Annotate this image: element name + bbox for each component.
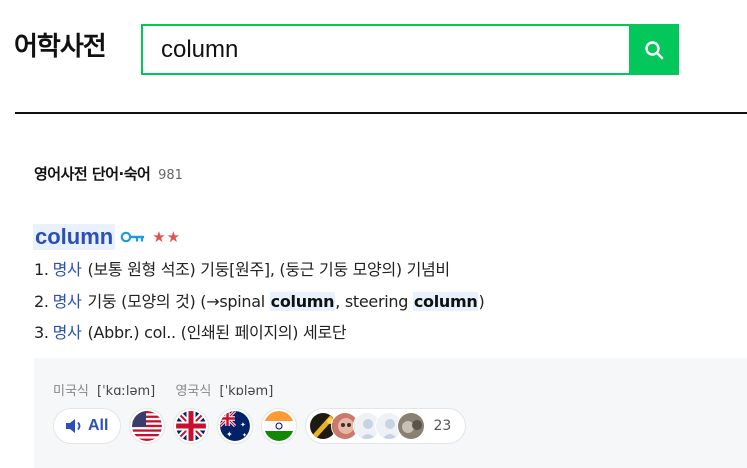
highlighted-term-link[interactable]: column bbox=[269, 291, 336, 311]
meaning-number: 1. bbox=[34, 260, 49, 279]
us-pron-ipa: [ˈkɑːləm] bbox=[97, 384, 156, 399]
meaning-text: , steering bbox=[335, 291, 413, 311]
in-flag-icon bbox=[264, 411, 295, 441]
part-of-speech-link[interactable]: 명사 bbox=[53, 292, 82, 311]
uk-flag-icon bbox=[176, 411, 207, 441]
search-bar bbox=[141, 24, 679, 75]
highlighted-term-link[interactable]: column bbox=[412, 291, 479, 311]
user-recordings-button[interactable]: 23 bbox=[305, 408, 467, 444]
search-icon bbox=[645, 40, 664, 59]
pronunciation-panel: 미국식 [ˈkɑːləm] 영국식 [ˈkɒləm] All ✦ ✦ ✦ 23 bbox=[34, 358, 747, 468]
part-of-speech-link[interactable]: 명사 bbox=[53, 260, 82, 279]
meaning-item: 2. 명사 기둥 (모양의 것) (→spinal column, steering… bbox=[34, 290, 485, 322]
in-pron-button[interactable] bbox=[261, 408, 298, 444]
pronunciation-line: 미국식 [ˈkɑːləm] 영국식 [ˈkɒləm] bbox=[53, 380, 273, 399]
us-pron-label: 미국식 bbox=[53, 384, 89, 399]
meaning-number: 2. bbox=[34, 291, 49, 311]
part-of-speech-link[interactable]: 명사 bbox=[53, 323, 82, 342]
audio-row: All ✦ ✦ ✦ 23 bbox=[53, 408, 467, 444]
meaning-text: (보통 원형 석조) 기둥[원주], (둥근 기둥 모양의) 기념비 bbox=[87, 260, 451, 279]
meaning-text: 기둥 (모양의 것) (→spinal bbox=[87, 291, 270, 311]
us-pron-button[interactable] bbox=[129, 408, 166, 444]
header-divider bbox=[15, 112, 747, 114]
dictionary-title[interactable]: 어학사전 bbox=[14, 26, 107, 63]
user-recording-count: 23 bbox=[433, 418, 452, 434]
us-flag-icon bbox=[132, 411, 163, 441]
user-avatar bbox=[397, 412, 426, 440]
au-pron-button[interactable]: ✦ ✦ ✦ bbox=[217, 408, 254, 444]
uk-pron-ipa: [ˈkɒləm] bbox=[219, 384, 274, 399]
importance-stars: ★★ bbox=[152, 228, 182, 246]
section-title-text: 영어사전 단어·숙어 bbox=[34, 165, 151, 183]
search-input[interactable] bbox=[143, 26, 629, 73]
meaning-text: ) bbox=[478, 291, 485, 311]
meaning-item: 1. 명사 (보통 원형 석조) 기둥[원주], (둥근 기둥 모양의) 기념비 bbox=[34, 258, 484, 290]
search-button[interactable] bbox=[629, 24, 679, 75]
meaning-item: 3. 명사 (Abbr.) col.. (인쇄된 페이지의) 세로단 bbox=[34, 321, 484, 353]
svg-text:✦: ✦ bbox=[226, 430, 233, 439]
result-count: 981 bbox=[158, 168, 183, 183]
uk-pron-label: 영국식 bbox=[175, 384, 212, 399]
svg-text:✦: ✦ bbox=[240, 421, 246, 429]
key-icon bbox=[120, 230, 146, 244]
meaning-text: (Abbr.) col.. (인쇄된 페이지의) 세로단 bbox=[87, 323, 347, 342]
play-all-label: All bbox=[88, 417, 109, 434]
headword-link[interactable]: column bbox=[33, 224, 116, 250]
au-flag-icon: ✦ ✦ ✦ bbox=[220, 411, 251, 441]
meaning-list: 1. 명사 (보통 원형 석조) 기둥[원주], (둥근 기둥 모양의) 기념비 2.… bbox=[34, 258, 485, 353]
svg-text:✦: ✦ bbox=[242, 432, 247, 439]
section-title: 영어사전 단어·숙어 981 bbox=[34, 163, 183, 184]
meaning-number: 3. bbox=[34, 323, 49, 342]
entry-header: column ★★ bbox=[33, 224, 181, 250]
uk-pron-button[interactable] bbox=[173, 408, 210, 444]
play-all-button[interactable]: All bbox=[53, 408, 122, 444]
speaker-icon bbox=[66, 419, 81, 433]
